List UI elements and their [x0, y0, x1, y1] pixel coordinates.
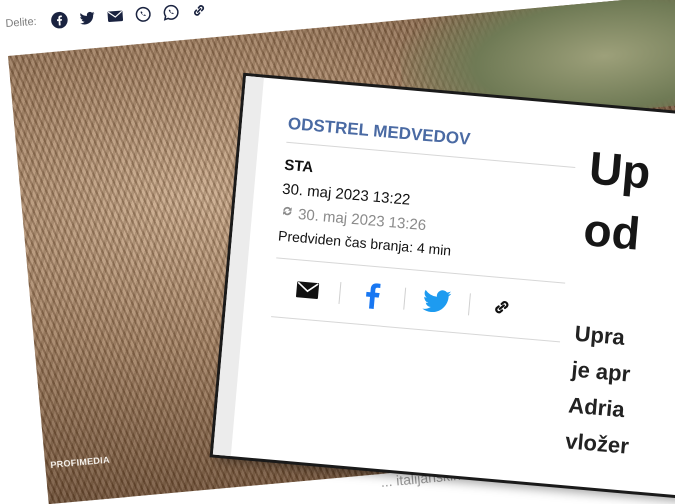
share-divider [403, 287, 407, 310]
twitter-icon[interactable] [78, 9, 97, 28]
lead-line: Upra [573, 320, 626, 350]
facebook-icon[interactable] [50, 11, 69, 30]
whatsapp-icon[interactable] [162, 3, 181, 22]
lead-line: je apr [570, 356, 632, 387]
mail-icon[interactable] [106, 7, 125, 26]
headline-line: Up [587, 141, 653, 199]
viber-icon[interactable] [134, 5, 153, 24]
refresh-icon [279, 204, 295, 223]
share-facebook-icon[interactable] [357, 281, 387, 311]
article-meta: ODSTREL MEDVEDOV STA 30. maj 2023 13:22 … [271, 113, 578, 343]
headline-line: od [581, 203, 643, 260]
link-icon[interactable] [190, 1, 209, 20]
lead-line: vložer [564, 428, 630, 459]
share-link-icon[interactable] [487, 292, 517, 322]
article-header-card: ODSTREL MEDVEDOV STA 30. maj 2023 13:22 … [212, 76, 675, 500]
article-lead: Upra je apr Adria vložer [564, 316, 640, 465]
share-twitter-icon[interactable] [422, 286, 452, 316]
lead-line: Adria [567, 392, 626, 423]
share-label: Delite: [5, 15, 38, 30]
article-headline: Up od [581, 136, 653, 265]
article-updated-date: 30. maj 2023 13:26 [297, 205, 427, 234]
share-email-icon[interactable] [292, 275, 322, 305]
share-divider [338, 282, 342, 305]
share-divider [467, 293, 471, 316]
article-share-bar [271, 257, 566, 343]
